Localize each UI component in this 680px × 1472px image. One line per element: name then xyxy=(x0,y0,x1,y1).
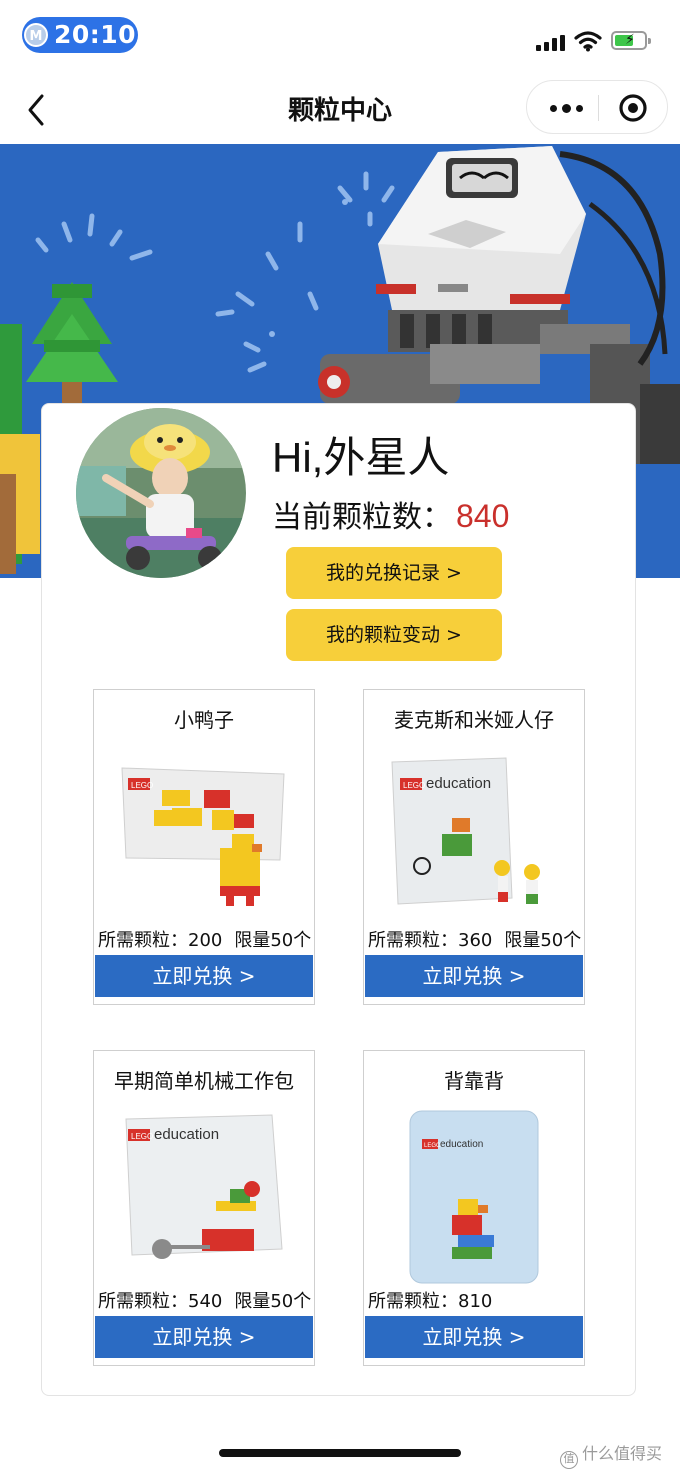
redeem-button[interactable]: 立即兑换 > xyxy=(365,1316,583,1358)
greeting-text: Hi,外星人 xyxy=(272,434,450,481)
svg-text:LEGO: LEGO xyxy=(403,781,425,790)
product-points: 所需颗粒：540 xyxy=(98,1291,223,1312)
product-image: LEGO xyxy=(121,767,285,906)
product-meta: 所需颗粒：360 限量50个 xyxy=(368,926,581,952)
points-row: 当前颗粒数： 840 xyxy=(272,492,509,536)
product-card: 小鸭子 LEGO 所需颗粒：200 限量50个 立即兑换 > xyxy=(93,689,315,1005)
home-indicator[interactable] xyxy=(219,1449,461,1457)
product-points: 所需颗粒：200 xyxy=(98,930,223,951)
svg-text:LEGO: LEGO xyxy=(131,1132,153,1141)
product-card: 麦克斯和米娅人仔 LEGO education 所需颗粒：360 限量50个 立即… xyxy=(363,689,585,1005)
product-limit: 限量50个 xyxy=(234,930,312,951)
product-limit: 限量50个 xyxy=(504,930,582,951)
more-button[interactable] xyxy=(533,85,597,131)
points-value: 840 xyxy=(456,498,510,534)
points-changes-button[interactable]: 我的颗粒变动 > xyxy=(286,609,502,661)
app-badge-icon: M xyxy=(24,23,48,47)
product-points: 所需颗粒：360 xyxy=(368,930,493,951)
product-title: 早期简单机械工作包 xyxy=(114,1069,294,1093)
time-pill: M 20:10 xyxy=(22,17,138,53)
product-image: LEGO education xyxy=(125,1114,283,1259)
battery-icon: ⚡ xyxy=(611,31,651,50)
status-time: 20:10 xyxy=(54,20,137,49)
svg-text:education: education xyxy=(154,1126,219,1143)
watermark-logo-icon: 值 xyxy=(560,1451,578,1469)
wifi-icon xyxy=(574,31,602,52)
capsule-divider xyxy=(598,95,599,121)
points-label: 当前颗粒数： xyxy=(272,501,452,534)
close-target-icon xyxy=(619,94,647,122)
signal-icon xyxy=(536,35,566,51)
svg-text:education: education xyxy=(426,775,491,792)
svg-text:education: education xyxy=(440,1139,483,1150)
status-bar: M 20:10 ⚡ xyxy=(0,0,680,76)
avatar-photo-image xyxy=(76,408,246,578)
nav-bar: 颗粒中心 xyxy=(0,76,680,144)
product-title: 小鸭子 xyxy=(174,708,234,732)
product-card: 早期简单机械工作包 LEGO education 所需颗粒：540 限量50个 立… xyxy=(93,1050,315,1366)
product-image: LEGO education xyxy=(409,1110,539,1284)
product-title: 背靠背 xyxy=(444,1069,504,1093)
exchange-records-button[interactable]: 我的兑换记录 > xyxy=(286,547,502,599)
watermark-text: 什么值得买 xyxy=(582,1446,663,1463)
product-image: LEGO education xyxy=(391,757,540,905)
close-miniprogram-button[interactable] xyxy=(607,85,663,131)
watermark: 值什么值得买 xyxy=(560,1440,662,1469)
product-title: 麦克斯和米娅人仔 xyxy=(394,708,554,732)
miniprogram-capsule xyxy=(526,80,668,134)
svg-text:LEGO: LEGO xyxy=(131,781,153,790)
product-points: 所需颗粒：810 xyxy=(368,1291,493,1312)
product-meta: 所需颗粒：810 xyxy=(368,1287,492,1313)
redeem-button[interactable]: 立即兑换 > xyxy=(95,955,313,997)
redeem-button[interactable]: 立即兑换 > xyxy=(95,1316,313,1358)
svg-text:LEGO: LEGO xyxy=(424,1143,441,1149)
avatar[interactable] xyxy=(76,408,246,578)
redeem-button[interactable]: 立即兑换 > xyxy=(365,955,583,997)
points-card: Hi,外星人 当前颗粒数： 840 我的兑换记录 > 我的颗粒变动 > 小鸭子 L… xyxy=(41,403,636,1396)
product-meta: 所需颗粒：200 限量50个 xyxy=(98,926,311,952)
product-limit: 限量50个 xyxy=(234,1291,312,1312)
product-card: 背靠背 LEGO education 所需颗粒：810 立即兑换 > xyxy=(363,1050,585,1366)
product-meta: 所需颗粒：540 限量50个 xyxy=(98,1287,311,1313)
